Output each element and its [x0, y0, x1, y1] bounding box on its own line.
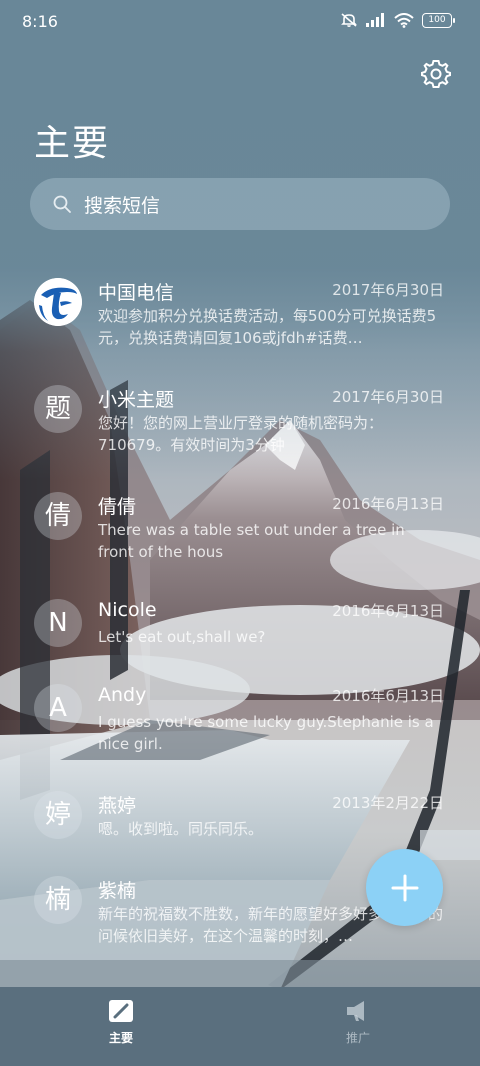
- avatar: 倩: [34, 492, 82, 540]
- avatar: 婷: [34, 791, 82, 839]
- avatar: N: [34, 599, 82, 647]
- search-icon: [53, 195, 71, 213]
- tab-promotions[interactable]: 推广: [318, 999, 398, 1046]
- status-time: 8:16: [22, 12, 58, 31]
- mute-icon: [340, 12, 358, 28]
- contact-name: 小米主题: [98, 389, 175, 411]
- message-date: 2016年6月13日: [332, 602, 444, 620]
- message-preview: 您好！您的网上营业厅登录的随机密码为：710679。有效时间为3分钟: [98, 414, 384, 454]
- list-item[interactable]: N Nicole 2016年6月13日 Let's eat out,shall …: [0, 589, 480, 675]
- bottom-navigation: 主要 推广: [0, 987, 480, 1066]
- message-date: 2017年6月30日: [332, 388, 444, 406]
- message-preview: Let's eat out,shall we?: [98, 628, 266, 646]
- gear-icon: [421, 60, 451, 88]
- tab-main-label: 主要: [108, 1031, 133, 1045]
- list-item[interactable]: A Andy 2016年6月13日 I guess you're some lu…: [0, 674, 480, 760]
- messages-icon: [109, 1000, 133, 1022]
- plus-icon: [391, 874, 418, 901]
- avatar: A: [34, 684, 82, 732]
- list-item[interactable]: 倩 倩倩 2016年6月13日 There was a table set ou…: [0, 482, 480, 568]
- contact-name: 倩倩: [98, 496, 137, 518]
- message-preview: 欢迎参加积分兑换话费活动，每500分可兑换话费5元，兑换话费请回复106或jfd…: [98, 307, 437, 347]
- contact-name: Andy: [98, 684, 147, 706]
- avatar: 题: [34, 385, 82, 433]
- message-preview: There was a table set out under a tree i…: [98, 521, 405, 561]
- page-title: 主要: [34, 123, 111, 164]
- signal-icon: [366, 13, 386, 27]
- settings-button[interactable]: [420, 58, 452, 90]
- new-message-button[interactable]: [366, 849, 443, 926]
- battery-icon: 100: [422, 12, 455, 28]
- status-icons: 100: [340, 12, 455, 28]
- status-bar: 8:16 100: [0, 0, 480, 44]
- search-input[interactable]: 搜索短信: [30, 178, 450, 230]
- avatar: [34, 278, 82, 326]
- list-item[interactable]: 题 小米主题 2017年6月30日 您好！您的网上营业厅登录的随机密码为：710…: [0, 375, 480, 461]
- megaphone-icon: [347, 1001, 364, 1021]
- message-date: 2016年6月13日: [332, 687, 444, 705]
- contact-name: 中国电信: [98, 282, 175, 304]
- message-preview: I guess you're some lucky guy.Stephanie …: [98, 713, 434, 753]
- message-date: 2016年6月13日: [332, 495, 444, 513]
- search-placeholder: 搜索短信: [84, 194, 161, 217]
- contact-name: 燕婷: [98, 795, 137, 817]
- message-date: 2013年2月22日: [332, 794, 444, 812]
- contact-name: Nicole: [98, 599, 157, 621]
- message-preview: 嗯。收到啦。同乐同乐。: [98, 820, 264, 838]
- contact-name: 紫楠: [98, 880, 137, 902]
- message-date: 2017年6月30日: [332, 281, 444, 299]
- tab-promotions-label: 推广: [345, 1031, 370, 1045]
- wifi-icon: [394, 12, 414, 28]
- avatar: 楠: [34, 876, 82, 924]
- list-item[interactable]: 中国电信 2017年6月30日 欢迎参加积分兑换话费活动，每500分可兑换话费5…: [0, 268, 480, 354]
- tab-main[interactable]: 主要: [81, 999, 161, 1046]
- china-telecom-logo-icon: [34, 278, 82, 326]
